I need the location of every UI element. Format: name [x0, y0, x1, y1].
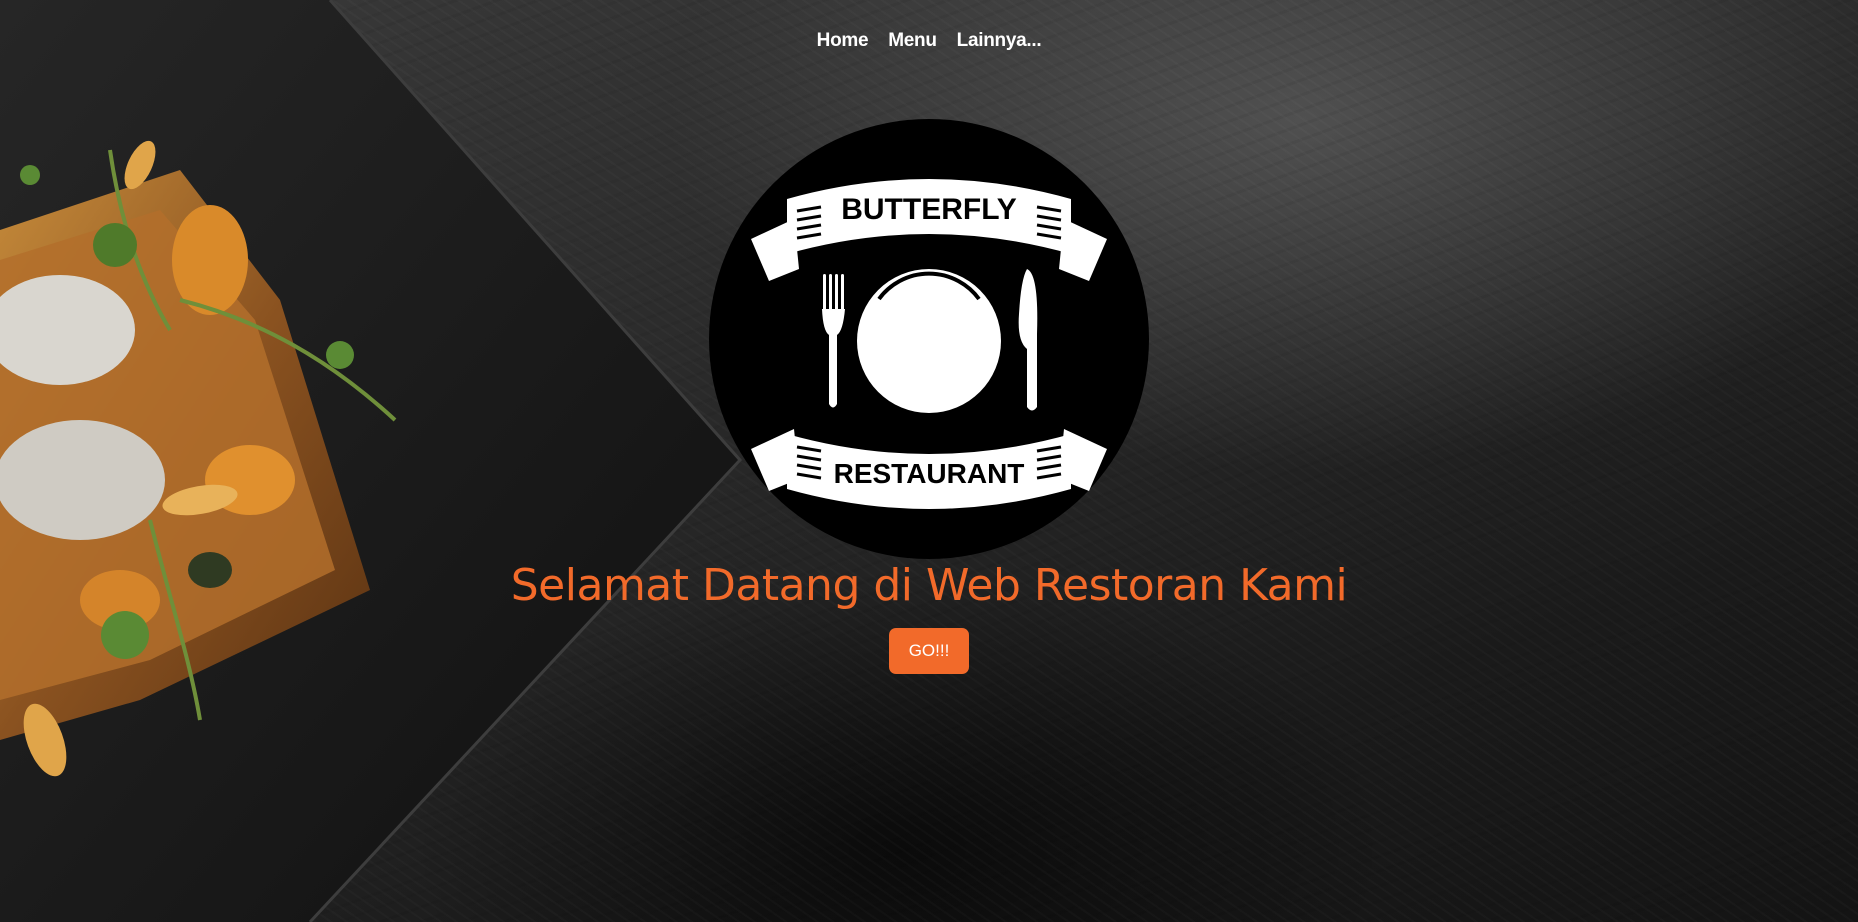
food-plate-image — [0, 0, 743, 922]
plate-icon — [857, 269, 1001, 413]
logo-top-text: BUTTERFLY — [841, 193, 1017, 226]
hero-section: Home Menu Lainnya... BUTTERFLY RESTAURAN… — [0, 0, 1858, 922]
nav-home-link[interactable]: Home — [817, 30, 869, 52]
logo-bottom-text: RESTAURANT — [834, 458, 1025, 489]
go-button[interactable]: GO!!! — [889, 628, 969, 674]
nav-more-link[interactable]: Lainnya... — [957, 30, 1042, 52]
nav-menu-link[interactable]: Menu — [888, 30, 937, 52]
top-nav: Home Menu Lainnya... — [0, 30, 1858, 52]
welcome-headline: Selamat Datang di Web Restoran Kami — [510, 560, 1348, 611]
restaurant-logo: BUTTERFLY RESTAURANT — [709, 119, 1149, 559]
